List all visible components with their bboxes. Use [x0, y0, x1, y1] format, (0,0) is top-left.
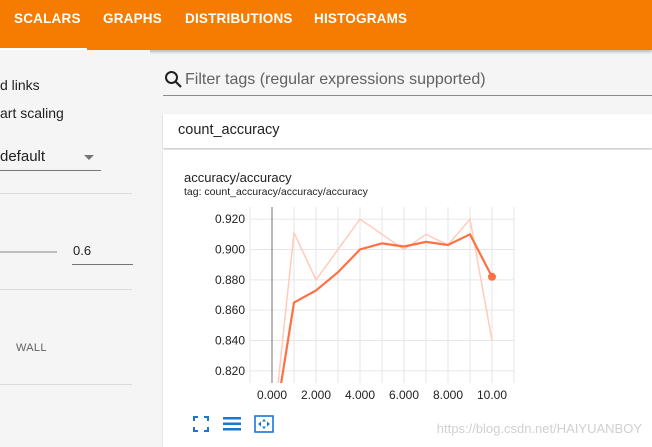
scalar-chart-card: accuracy/accuracy tag: count_accuracy/ac…: [163, 150, 652, 447]
chart-title: accuracy/accuracy: [184, 170, 292, 185]
smoothing-input[interactable]: 0.6: [72, 240, 133, 265]
sidebar-divider: [0, 193, 132, 194]
last-point-marker: [488, 272, 496, 281]
smoothing-value: 0.6: [73, 243, 92, 258]
tab-graphs[interactable]: GRAPHS: [103, 0, 162, 50]
sidebar-divider: [0, 384, 132, 385]
tab-scalars[interactable]: SCALARS: [14, 0, 81, 50]
tooltip-sorting-value: default: [0, 148, 46, 165]
chart-tag: tag: count_accuracy/accuracy/accuracy: [184, 186, 368, 198]
main-content: count_accuracy accuracy/accuracy tag: co…: [150, 50, 652, 447]
y-tick-label: 0.840: [215, 334, 245, 348]
fit-domain-icon[interactable]: [254, 415, 274, 433]
sidebar-divider: [0, 289, 132, 290]
y-tick-label: 0.860: [215, 303, 245, 317]
top-nav-bar: SCALARS GRAPHS DISTRIBUTIONS HISTOGRAMS: [0, 0, 652, 50]
x-tick-label: 6.000: [389, 388, 419, 402]
search-icon: [165, 71, 182, 88]
x-tick-label: 2.000: [301, 388, 331, 402]
chevron-down-icon: [84, 155, 94, 160]
x-tick-label: 0.000: [257, 388, 287, 402]
line-chart[interactable]: 0.820 0.840 0.860 0.880 0.900 0.920 0.000 2.000…: [163, 205, 652, 445]
show-data-links-option[interactable]: d links: [0, 77, 40, 93]
y-tick-label: 0.900: [215, 242, 245, 256]
sidebar: d links art scaling default 0.6 WALL: [0, 50, 150, 447]
tag-filter-input[interactable]: [185, 68, 645, 92]
tab-distributions[interactable]: DISTRIBUTIONS: [185, 0, 293, 50]
toggle-log-scale-icon[interactable]: [223, 416, 241, 432]
tag-filter: [163, 66, 652, 96]
watermark: https://blog.csdn.net/HAIYUANBOY: [436, 421, 642, 436]
fullscreen-icon[interactable]: [193, 416, 209, 432]
tag-group-name: count_accuracy: [178, 122, 280, 138]
x-tick-label: 10.00: [477, 388, 507, 402]
y-tick-label: 0.820: [215, 364, 245, 378]
tag-group-header[interactable]: count_accuracy: [163, 114, 652, 148]
x-tick-label: 4.000: [345, 388, 375, 402]
horizontal-axis-wall-option[interactable]: WALL: [16, 342, 47, 354]
x-tick-label: 8.000: [433, 388, 463, 402]
smoothing-slider-track[interactable]: [0, 251, 57, 253]
ignore-outliers-option[interactable]: art scaling: [0, 105, 64, 121]
tooltip-sorting-select[interactable]: default: [0, 146, 101, 171]
tab-histograms[interactable]: HISTOGRAMS: [314, 0, 407, 50]
y-tick-label: 0.920: [215, 212, 245, 226]
y-tick-label: 0.880: [215, 273, 245, 287]
